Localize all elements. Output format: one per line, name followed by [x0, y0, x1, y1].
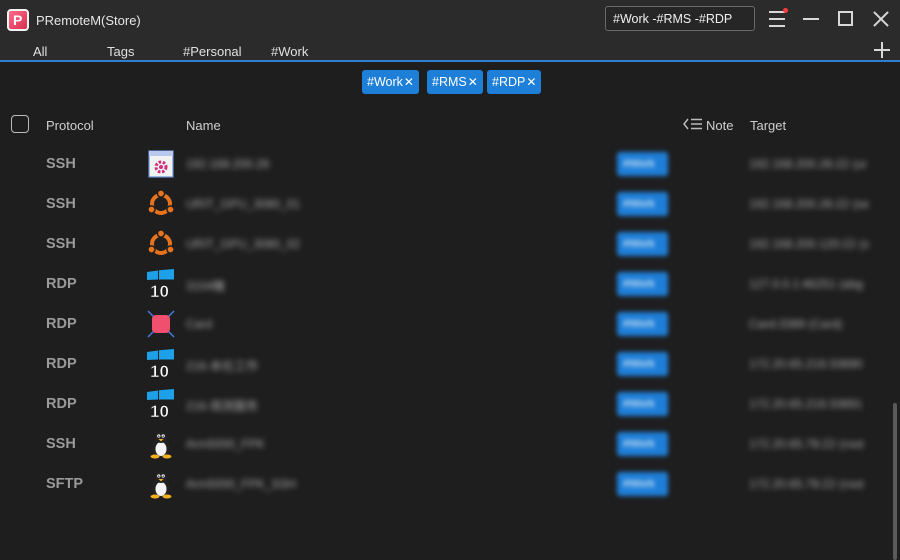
server-name: URIT_GPU_3080_02	[186, 237, 301, 251]
tag-badge[interactable]: #Work	[617, 392, 668, 416]
column-name[interactable]: Name	[186, 118, 221, 133]
server-target: 172.20.65.78:22 (root	[749, 437, 864, 451]
tab-personal[interactable]: #Personal	[183, 44, 242, 59]
server-row[interactable]: RDP 10 216-本社工作 #Work 172.20.65.216:3389…	[0, 344, 885, 384]
remove-chip-icon[interactable]: ✕	[468, 75, 478, 94]
windows10-icon: 10	[147, 269, 174, 299]
notification-dot	[783, 8, 788, 13]
protocol-label: RDP	[46, 396, 77, 412]
protocol-label: RDP	[46, 276, 77, 292]
server-row[interactable]: SSH Arm5000_FPK #Work 172.20.65.78:22 (r…	[0, 424, 885, 464]
ubuntu-icon	[147, 189, 175, 215]
list-header: Protocol Name Note Target	[0, 115, 900, 134]
settings-window-icon	[148, 150, 174, 178]
scrollbar-thumb[interactable]	[893, 403, 897, 560]
filter-chip-work[interactable]: #Work ✕	[362, 70, 419, 94]
tag-badge[interactable]: #Work	[617, 272, 668, 296]
tag-badge[interactable]: #Work	[617, 352, 668, 376]
windows10-icon: 10	[147, 389, 174, 419]
filter-chip-rms[interactable]: #RMS ✕	[427, 70, 483, 94]
close-button[interactable]	[870, 8, 892, 30]
linux-tux-icon	[150, 431, 172, 459]
server-row[interactable]: SFTP Arm5000_FPK_SSH #Work 172.20.65.78:…	[0, 464, 885, 504]
server-target: 192.168.200.26:22 (ur	[749, 157, 868, 171]
column-note[interactable]: Note	[706, 118, 733, 133]
filter-chip-rdp[interactable]: #RDP ✕	[487, 70, 542, 94]
server-row[interactable]: SSH URIT_GPU_3080_02 #Work 192.168.200.1…	[0, 224, 885, 264]
search-input[interactable]	[605, 6, 755, 31]
server-target: 172.20.65.216:33890	[749, 357, 863, 371]
tag-badge[interactable]: #Work	[617, 152, 668, 176]
select-all-checkbox[interactable]	[11, 115, 29, 133]
server-target: 172.20.65.78:22 (root	[749, 477, 864, 491]
server-name: 3104機	[186, 279, 225, 293]
server-name: URIT_GPU_3080_01	[186, 197, 301, 211]
tag-badge[interactable]: #Work	[617, 312, 668, 336]
card-icon	[147, 310, 175, 338]
server-row[interactable]: RDP 10 3104機 #Work 127.0.0.1:46251 (abg	[0, 264, 885, 304]
title-bar: P PRemoteM(Store)	[0, 0, 900, 40]
tab-tags[interactable]: Tags	[107, 44, 134, 59]
tag-badge[interactable]: #Work	[617, 432, 668, 456]
server-row[interactable]: RDP 10 216-观测服务 #Work 172.20.65.216:3389…	[0, 384, 885, 424]
minimize-button[interactable]	[800, 8, 822, 30]
server-row[interactable]: SSH 192.168.200.26 #Work 192.168.200.26:…	[0, 144, 885, 184]
tag-badge[interactable]: #Work	[617, 472, 668, 496]
column-protocol[interactable]: Protocol	[46, 118, 94, 133]
server-name: Card	[186, 317, 213, 331]
svg-text:10: 10	[150, 282, 169, 299]
tab-work[interactable]: #Work	[271, 44, 308, 59]
protocol-label: SSH	[46, 196, 76, 212]
server-target: 192.168.200.120:22 (s	[749, 237, 870, 251]
server-name: 216-本社工作	[186, 359, 259, 373]
maximize-button[interactable]	[835, 8, 857, 30]
add-server-button[interactable]	[874, 42, 890, 58]
menu-button[interactable]	[767, 8, 789, 30]
protocol-label: RDP	[46, 356, 77, 372]
server-target: Card:3389 (Card)	[749, 317, 843, 331]
protocol-label: SSH	[46, 236, 76, 252]
server-name: Arm5000_FPK	[186, 437, 265, 451]
server-name: 216-观测服务	[186, 399, 259, 413]
collapse-note-icon[interactable]	[683, 118, 703, 130]
windows10-icon: 10	[147, 349, 174, 379]
remove-chip-icon[interactable]: ✕	[526, 75, 536, 94]
svg-text:10: 10	[150, 362, 169, 379]
server-row[interactable]: RDP Card #Work Card:3389 (Card)	[0, 304, 885, 344]
app-logo: P	[7, 9, 29, 31]
ubuntu-icon	[147, 229, 175, 255]
filter-chips: #Work ✕ #RMS ✕ #RDP ✕	[0, 70, 900, 94]
server-target: 192.168.200.26:22 (se	[749, 197, 870, 211]
server-target: 127.0.0.1:46251 (abg	[749, 277, 864, 291]
protocol-label: RDP	[46, 316, 77, 332]
server-target: 172.20.65.216:33891	[749, 397, 863, 411]
server-name: Arm5000_FPK_SSH	[186, 477, 297, 491]
tag-badge[interactable]: #Work	[617, 192, 668, 216]
svg-text:10: 10	[150, 402, 169, 419]
tag-badge[interactable]: #Work	[617, 232, 668, 256]
linux-tux-icon	[150, 471, 172, 499]
protocol-label: SSH	[46, 436, 76, 452]
remove-chip-icon[interactable]: ✕	[404, 75, 414, 94]
server-row[interactable]: SSH URIT_GPU_3080_01 #Work 192.168.200.2…	[0, 184, 885, 224]
protocol-label: SSH	[46, 156, 76, 172]
column-target[interactable]: Target	[750, 118, 786, 133]
window-title: PRemoteM(Store)	[36, 13, 141, 28]
tab-bar: All Tags #Personal #Work	[0, 40, 900, 62]
tab-all[interactable]: All	[33, 44, 47, 59]
protocol-label: SFTP	[46, 476, 84, 492]
server-name: 192.168.200.26	[186, 157, 270, 171]
